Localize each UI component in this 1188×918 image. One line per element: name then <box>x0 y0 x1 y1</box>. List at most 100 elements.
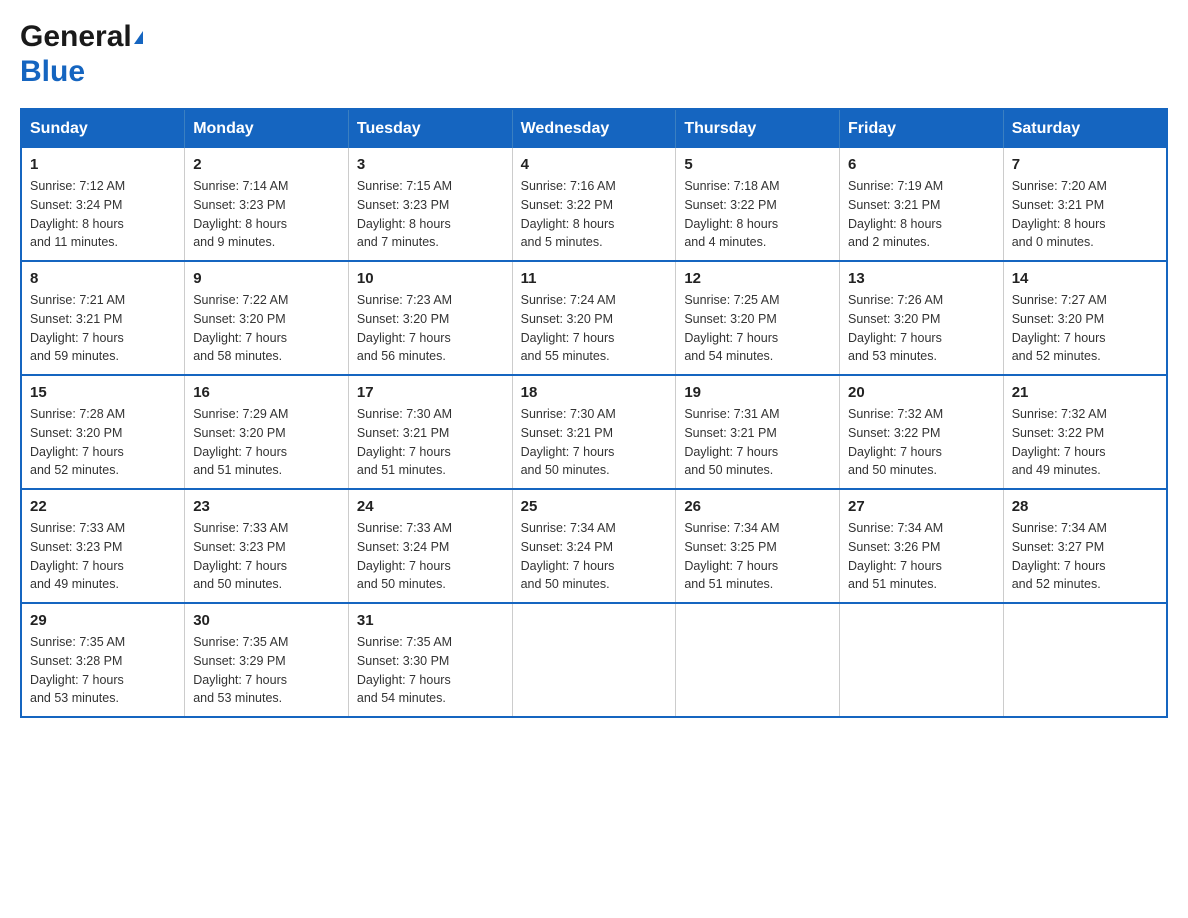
day-header-friday: Friday <box>840 109 1004 148</box>
day-info: Sunrise: 7:14 AMSunset: 3:23 PMDaylight:… <box>193 177 340 252</box>
day-info: Sunrise: 7:26 AMSunset: 3:20 PMDaylight:… <box>848 291 995 366</box>
day-info: Sunrise: 7:21 AMSunset: 3:21 PMDaylight:… <box>30 291 176 366</box>
week-row-2: 8 Sunrise: 7:21 AMSunset: 3:21 PMDayligh… <box>21 261 1167 375</box>
logo: General Blue <box>20 20 143 88</box>
day-info: Sunrise: 7:34 AMSunset: 3:27 PMDaylight:… <box>1012 519 1158 594</box>
day-number: 22 <box>30 498 176 515</box>
day-number: 23 <box>193 498 340 515</box>
day-info: Sunrise: 7:24 AMSunset: 3:20 PMDaylight:… <box>521 291 668 366</box>
day-number: 26 <box>684 498 831 515</box>
day-number: 1 <box>30 156 176 173</box>
day-number: 16 <box>193 384 340 401</box>
calendar-cell: 21 Sunrise: 7:32 AMSunset: 3:22 PMDaylig… <box>1003 375 1167 489</box>
calendar-cell: 29 Sunrise: 7:35 AMSunset: 3:28 PMDaylig… <box>21 603 185 717</box>
calendar-cell: 13 Sunrise: 7:26 AMSunset: 3:20 PMDaylig… <box>840 261 1004 375</box>
logo-triangle-icon <box>134 31 143 44</box>
day-number: 14 <box>1012 270 1158 287</box>
day-number: 28 <box>1012 498 1158 515</box>
day-number: 3 <box>357 156 504 173</box>
day-number: 5 <box>684 156 831 173</box>
day-number: 7 <box>1012 156 1158 173</box>
day-number: 2 <box>193 156 340 173</box>
calendar-cell: 19 Sunrise: 7:31 AMSunset: 3:21 PMDaylig… <box>676 375 840 489</box>
calendar-table: SundayMondayTuesdayWednesdayThursdayFrid… <box>20 108 1168 718</box>
week-row-5: 29 Sunrise: 7:35 AMSunset: 3:28 PMDaylig… <box>21 603 1167 717</box>
calendar-cell: 28 Sunrise: 7:34 AMSunset: 3:27 PMDaylig… <box>1003 489 1167 603</box>
day-header-wednesday: Wednesday <box>512 109 676 148</box>
day-header-thursday: Thursday <box>676 109 840 148</box>
day-info: Sunrise: 7:28 AMSunset: 3:20 PMDaylight:… <box>30 405 176 480</box>
day-number: 20 <box>848 384 995 401</box>
calendar-cell: 8 Sunrise: 7:21 AMSunset: 3:21 PMDayligh… <box>21 261 185 375</box>
day-info: Sunrise: 7:12 AMSunset: 3:24 PMDaylight:… <box>30 177 176 252</box>
calendar-cell: 15 Sunrise: 7:28 AMSunset: 3:20 PMDaylig… <box>21 375 185 489</box>
day-number: 4 <box>521 156 668 173</box>
calendar-cell: 23 Sunrise: 7:33 AMSunset: 3:23 PMDaylig… <box>185 489 349 603</box>
day-number: 12 <box>684 270 831 287</box>
calendar-cell <box>676 603 840 717</box>
day-number: 19 <box>684 384 831 401</box>
day-info: Sunrise: 7:25 AMSunset: 3:20 PMDaylight:… <box>684 291 831 366</box>
calendar-cell: 17 Sunrise: 7:30 AMSunset: 3:21 PMDaylig… <box>348 375 512 489</box>
day-info: Sunrise: 7:35 AMSunset: 3:29 PMDaylight:… <box>193 633 340 708</box>
day-number: 18 <box>521 384 668 401</box>
day-number: 8 <box>30 270 176 287</box>
day-header-saturday: Saturday <box>1003 109 1167 148</box>
day-info: Sunrise: 7:20 AMSunset: 3:21 PMDaylight:… <box>1012 177 1158 252</box>
day-header-monday: Monday <box>185 109 349 148</box>
calendar-cell: 2 Sunrise: 7:14 AMSunset: 3:23 PMDayligh… <box>185 148 349 261</box>
day-info: Sunrise: 7:34 AMSunset: 3:26 PMDaylight:… <box>848 519 995 594</box>
day-info: Sunrise: 7:33 AMSunset: 3:23 PMDaylight:… <box>30 519 176 594</box>
day-info: Sunrise: 7:32 AMSunset: 3:22 PMDaylight:… <box>848 405 995 480</box>
day-number: 10 <box>357 270 504 287</box>
calendar-cell: 3 Sunrise: 7:15 AMSunset: 3:23 PMDayligh… <box>348 148 512 261</box>
day-info: Sunrise: 7:15 AMSunset: 3:23 PMDaylight:… <box>357 177 504 252</box>
calendar-cell: 27 Sunrise: 7:34 AMSunset: 3:26 PMDaylig… <box>840 489 1004 603</box>
day-number: 13 <box>848 270 995 287</box>
day-header-sunday: Sunday <box>21 109 185 148</box>
day-number: 21 <box>1012 384 1158 401</box>
day-number: 9 <box>193 270 340 287</box>
day-number: 17 <box>357 384 504 401</box>
day-info: Sunrise: 7:31 AMSunset: 3:21 PMDaylight:… <box>684 405 831 480</box>
logo-general-text: General <box>20 20 132 53</box>
day-info: Sunrise: 7:34 AMSunset: 3:24 PMDaylight:… <box>521 519 668 594</box>
week-row-1: 1 Sunrise: 7:12 AMSunset: 3:24 PMDayligh… <box>21 148 1167 261</box>
logo-blue-text: Blue <box>20 55 85 88</box>
calendar-cell: 22 Sunrise: 7:33 AMSunset: 3:23 PMDaylig… <box>21 489 185 603</box>
day-number: 24 <box>357 498 504 515</box>
calendar-cell <box>1003 603 1167 717</box>
calendar-cell: 12 Sunrise: 7:25 AMSunset: 3:20 PMDaylig… <box>676 261 840 375</box>
calendar-cell: 14 Sunrise: 7:27 AMSunset: 3:20 PMDaylig… <box>1003 261 1167 375</box>
calendar-cell: 5 Sunrise: 7:18 AMSunset: 3:22 PMDayligh… <box>676 148 840 261</box>
calendar-cell <box>840 603 1004 717</box>
day-number: 31 <box>357 612 504 629</box>
day-info: Sunrise: 7:19 AMSunset: 3:21 PMDaylight:… <box>848 177 995 252</box>
day-info: Sunrise: 7:33 AMSunset: 3:23 PMDaylight:… <box>193 519 340 594</box>
calendar-cell: 10 Sunrise: 7:23 AMSunset: 3:20 PMDaylig… <box>348 261 512 375</box>
calendar-cell: 26 Sunrise: 7:34 AMSunset: 3:25 PMDaylig… <box>676 489 840 603</box>
day-info: Sunrise: 7:16 AMSunset: 3:22 PMDaylight:… <box>521 177 668 252</box>
day-header-tuesday: Tuesday <box>348 109 512 148</box>
day-info: Sunrise: 7:27 AMSunset: 3:20 PMDaylight:… <box>1012 291 1158 366</box>
calendar-cell: 25 Sunrise: 7:34 AMSunset: 3:24 PMDaylig… <box>512 489 676 603</box>
day-number: 27 <box>848 498 995 515</box>
day-info: Sunrise: 7:33 AMSunset: 3:24 PMDaylight:… <box>357 519 504 594</box>
day-number: 29 <box>30 612 176 629</box>
day-info: Sunrise: 7:29 AMSunset: 3:20 PMDaylight:… <box>193 405 340 480</box>
calendar-cell: 20 Sunrise: 7:32 AMSunset: 3:22 PMDaylig… <box>840 375 1004 489</box>
day-number: 6 <box>848 156 995 173</box>
day-info: Sunrise: 7:23 AMSunset: 3:20 PMDaylight:… <box>357 291 504 366</box>
day-number: 15 <box>30 384 176 401</box>
day-info: Sunrise: 7:34 AMSunset: 3:25 PMDaylight:… <box>684 519 831 594</box>
calendar-cell: 24 Sunrise: 7:33 AMSunset: 3:24 PMDaylig… <box>348 489 512 603</box>
day-info: Sunrise: 7:18 AMSunset: 3:22 PMDaylight:… <box>684 177 831 252</box>
day-info: Sunrise: 7:30 AMSunset: 3:21 PMDaylight:… <box>521 405 668 480</box>
page-header: General Blue <box>20 20 1168 88</box>
calendar-cell: 4 Sunrise: 7:16 AMSunset: 3:22 PMDayligh… <box>512 148 676 261</box>
day-number: 11 <box>521 270 668 287</box>
calendar-cell: 7 Sunrise: 7:20 AMSunset: 3:21 PMDayligh… <box>1003 148 1167 261</box>
calendar-cell: 16 Sunrise: 7:29 AMSunset: 3:20 PMDaylig… <box>185 375 349 489</box>
calendar-cell: 11 Sunrise: 7:24 AMSunset: 3:20 PMDaylig… <box>512 261 676 375</box>
day-info: Sunrise: 7:22 AMSunset: 3:20 PMDaylight:… <box>193 291 340 366</box>
